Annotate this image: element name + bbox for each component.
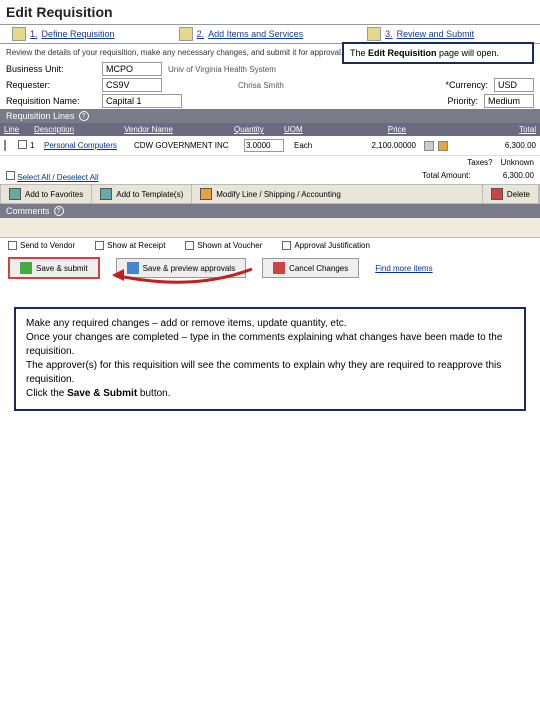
wizard-step-3[interactable]: 3.Review and Submit [355,25,486,43]
modify-line-button[interactable]: Modify Line / Shipping / Accounting [192,185,483,203]
row-req-name: Requisition Name: Priority: [0,93,540,109]
page-title: Edit Requisition [0,0,540,25]
add-template-button[interactable]: Add to Template(s) [92,185,192,203]
add-favorites-button[interactable]: Add to Favorites [1,185,92,203]
step-icon [179,27,193,41]
wizard-step-1[interactable]: 1.Define Requisition [0,25,127,43]
requester-input[interactable] [102,78,162,92]
business-unit-input[interactable] [102,62,162,76]
save-submit-button[interactable]: Save & submit [8,257,100,279]
select-all-link[interactable]: Select All / Deselect All [17,173,98,182]
row-requester: Requester: Chrisa Smith *Currency: [0,77,540,93]
comments-textarea[interactable] [0,218,540,238]
expand-icon[interactable] [4,140,6,151]
approval-just-check[interactable]: Approval Justification [282,241,370,250]
delete-button[interactable]: Delete [483,185,539,203]
table-row: 1 Personal Computers CDW GOVERNMENT INC … [0,136,540,156]
table-header: Line Description Vendor Name Quantity UO… [0,123,540,136]
save-icon [20,262,32,274]
help-icon[interactable]: ? [54,206,64,216]
priority-select[interactable] [484,94,534,108]
detail-icon[interactable] [424,141,434,151]
modify-icon [200,188,212,200]
wizard-step-2[interactable]: 2.Add Items and Services [167,25,316,43]
currency-input[interactable] [494,78,534,92]
qty-input[interactable] [244,139,284,152]
req-lines-bar: Requisition Lines ? [0,109,540,123]
step-icon [367,27,381,41]
favorite-icon [9,188,21,200]
select-all-row: Select All / Deselect All Total Amount: … [0,169,540,184]
action-row: Save & submit Save & preview approvals C… [0,253,540,283]
select-all-checkbox[interactable] [6,171,15,180]
step-icon [12,27,26,41]
delete-icon [491,188,503,200]
intro-row: Review the details of your requisition, … [0,44,540,61]
desc-link[interactable]: Personal Computers [40,141,130,150]
cancel-button[interactable]: Cancel Changes [262,258,359,278]
comments-bar: Comments ? [0,204,540,218]
send-vendor-check[interactable]: Send to Vendor [8,241,75,250]
taxes-row: Taxes? Unknown [0,156,540,169]
line-toolbar: Add to Favorites Add to Template(s) Modi… [0,184,540,204]
comment-icon[interactable] [438,141,448,151]
show-voucher-check[interactable]: Shown at Voucher [185,241,262,250]
cancel-icon [273,262,285,274]
req-name-input[interactable] [102,94,182,108]
callout-top: The Edit Requisition page will open. [342,42,534,64]
show-receipt-check[interactable]: Show at Receipt [95,241,165,250]
callout-main: Make any required changes – add or remov… [14,307,526,411]
annotation-arrow [112,267,252,297]
find-more-link[interactable]: Find more items [375,264,432,273]
help-icon[interactable]: ? [79,111,89,121]
options-row: Send to Vendor Show at Receipt Shown at … [0,238,540,253]
template-icon [100,188,112,200]
